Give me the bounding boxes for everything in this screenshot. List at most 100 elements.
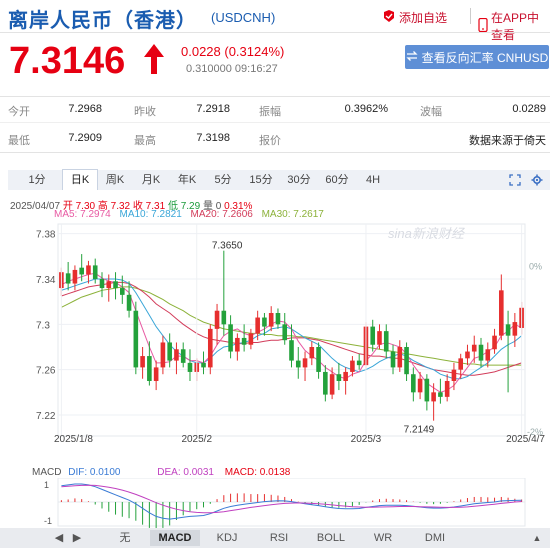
candle-body [397,347,403,368]
candle-body [72,269,78,284]
tab-daily-k[interactable]: 日K [62,169,98,190]
candle-body [268,313,274,327]
y-tick-label: 7.34 [36,275,56,286]
candle-body [262,317,267,327]
ma20-label: MA20: 7.2606 [190,209,253,220]
candle-body [444,381,450,397]
candle-body [499,290,504,336]
candle-body [86,265,91,275]
candle-body [336,374,342,381]
candle-body [221,310,227,325]
candle-body [323,371,328,395]
tab-indicator-wr[interactable]: WR [358,530,408,546]
candle-body [65,273,71,284]
ma10-label: MA10: 7.2821 [119,209,182,220]
candle-body [424,378,430,402]
candle-body [478,344,484,361]
watermark-text: sina新浪财经 [388,226,466,241]
stat-value-amplitude: 0.3962% [344,103,388,115]
candle-body [235,337,240,352]
quote-timestamp: 0.310000 09:16:27 [186,63,278,75]
stat-label-quote: 报价 [259,135,281,147]
macd-legend: MACD DIF: 0.0100 DEA: 0.0031 MACD: 0.013… [32,467,290,478]
stat-value-low: 7.2909 [68,132,102,144]
tab-monthly-k[interactable]: 月K [136,170,166,190]
candle-body [106,281,112,289]
tab-1min[interactable]: 1分 [22,170,52,190]
open-in-app-label: 在APP中查看 [491,11,540,42]
tab-indicator-none[interactable]: 无 [100,530,150,546]
candle-body [160,342,166,368]
candle-body [113,281,118,289]
stat-label-amplitude: 振幅 [259,106,281,118]
kline-chart[interactable]: 7.387.347.37.267.220%-2%sina新浪财经7.36507.… [0,220,550,442]
page-title: 离岸人民币（香港） [8,10,197,32]
macd-dea-line [61,484,522,514]
macd-title: MACD [32,467,62,478]
tab-4h[interactable]: 4H [358,170,388,190]
candle-body [174,349,179,361]
ma5-label: MA5: 7.2974 [54,209,111,220]
scroll-left-icon[interactable]: ◀ [52,530,66,546]
tab-15min[interactable]: 15分 [244,170,278,190]
candle-body [465,351,470,359]
tab-5min[interactable]: 5分 [208,170,238,190]
stat-value-high: 7.3198 [196,132,230,144]
tab-indicator-kdj[interactable]: KDJ [202,530,252,546]
high-annotation: 7.3650 [212,241,243,252]
scroll-right-icon[interactable]: ▶ [70,530,84,546]
candle-body [505,324,511,336]
candle-body [343,371,348,381]
reverse-rate-button[interactable]: 查看反向汇率 CNHUSD [405,45,549,69]
y-tick-label: 7.26 [36,366,56,377]
candle-body [383,331,389,352]
candle-body [248,333,254,345]
candle-body [390,351,396,368]
candle-body [180,349,186,363]
tab-indicator-macd[interactable]: MACD [150,530,200,546]
stat-value-prev-close: 7.2918 [196,103,230,115]
candle-body [147,356,152,381]
x-tick-label: 2025/3 [351,434,382,442]
candle-body [356,360,362,366]
candle-body [370,326,376,345]
macd-chart: 1 -1 [44,478,526,528]
tab-60min[interactable]: 60分 [320,170,354,190]
macd-value-label: MACD: 0.0138 [224,467,291,478]
candle-body [417,378,423,393]
reverse-rate-label: 查看反向汇率 CNHUSD [421,50,549,65]
candle-body [485,349,491,361]
stat-label-high: 最高 [134,135,156,147]
add-icon [382,9,396,26]
candle-body [458,358,464,370]
indicator-tab-bar: ◀ ▶ 无 MACD KDJ RSI BOLL WR DMI ▲ [0,528,550,548]
macd-y-tick: 1 [44,480,49,490]
swap-icon [406,50,418,65]
tab-weekly-k[interactable]: 周K [100,170,130,190]
candle-body [133,310,139,368]
fullscreen-icon[interactable] [506,170,524,190]
tab-indicator-boll[interactable]: BOLL [306,530,356,546]
candle-body [207,328,213,368]
stats-top-line [0,96,550,97]
candle-body [411,374,416,393]
candle-body [316,347,321,372]
symbol-code: (USDCNH) [211,10,276,25]
tab-indicator-dmi[interactable]: DMI [410,530,460,546]
candle-body [289,340,294,361]
tab-yearly-k[interactable]: 年K [172,170,202,190]
tab-30min[interactable]: 30分 [282,170,316,190]
candle-body [377,331,382,345]
collapse-icon[interactable]: ▲ [530,530,544,546]
settings-icon[interactable] [528,170,546,190]
candle-body [350,360,355,372]
up-arrow-icon [142,42,166,81]
candle-body [282,324,288,341]
y-tick-label: 7.22 [36,411,56,422]
period-tab-bar: 1分 日K 周K 月K 年K 5分 15分 30分 60分 4H [8,169,550,190]
open-in-app-button[interactable]: 在APP中查看 [478,9,550,43]
legend-date: 2025/04/07 [10,201,61,212]
current-price: 7.3146 [9,40,126,82]
tab-indicator-rsi[interactable]: RSI [254,530,304,546]
add-watchlist-button[interactable]: 添加自选 [382,9,447,26]
